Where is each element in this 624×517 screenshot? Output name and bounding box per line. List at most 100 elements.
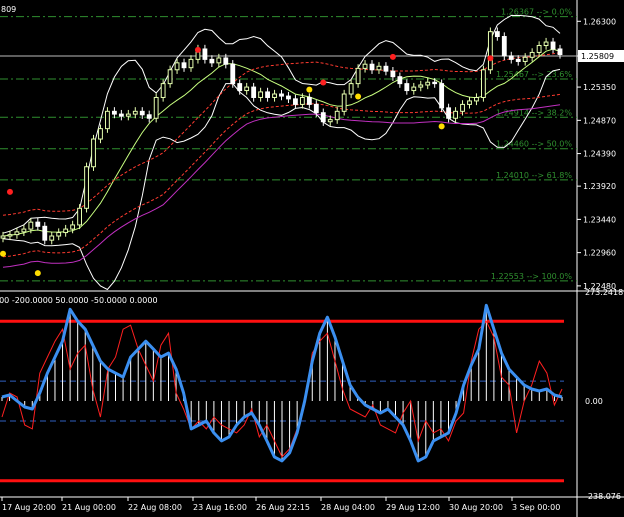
candle-body <box>258 91 264 98</box>
candle-body <box>494 31 500 38</box>
oscillator-header: 000 -200.0000 50.0000 -50.0000 0.0000 <box>0 296 158 305</box>
candle-body <box>341 93 347 112</box>
candle-body <box>167 69 173 85</box>
candle-body <box>125 113 131 117</box>
candle-body <box>279 93 284 97</box>
candle-body <box>383 65 389 72</box>
candle-body <box>536 45 542 53</box>
osc-tick-label: 0.00 <box>585 397 603 406</box>
candle-body <box>460 103 465 112</box>
time-tick-label: 28 Aug 04:00 <box>321 503 375 512</box>
candle-body <box>237 83 243 92</box>
candle-body <box>56 232 62 237</box>
candle-body <box>181 62 187 69</box>
candle-body <box>390 70 396 78</box>
candle-body <box>467 100 472 105</box>
candle-body <box>118 113 124 117</box>
candle-body <box>355 67 361 85</box>
candle-body <box>111 110 117 115</box>
price-tick-label: 1.26300 <box>583 17 616 26</box>
candle-body <box>98 128 103 140</box>
fractal-up-marker <box>320 79 327 86</box>
time-tick-label: 23 Aug 16:00 <box>193 503 247 512</box>
candle-body <box>146 114 152 119</box>
time-tick-label: 21 Aug 00:00 <box>62 503 116 512</box>
candle-body <box>515 58 521 62</box>
time-tick-label: 17 Aug 20:00 <box>2 503 56 512</box>
candle-body <box>404 83 410 92</box>
candle-body <box>35 221 41 227</box>
candle-body <box>376 65 382 71</box>
candle-body <box>362 63 368 69</box>
fractal-down-marker <box>438 123 445 130</box>
candle-body <box>202 48 208 60</box>
candle-body <box>529 51 535 58</box>
candle-body <box>299 96 305 105</box>
candle-body <box>543 41 549 47</box>
candle-body <box>244 86 250 92</box>
candle-body <box>70 224 76 230</box>
fractal-down-marker <box>34 270 41 277</box>
candle-body <box>188 58 194 69</box>
price-tick-label: 1.25350 <box>583 83 616 92</box>
fib-level-label: 1.22553 --> 100.0% <box>491 272 573 281</box>
candle-body <box>313 103 319 114</box>
candle-body <box>557 48 563 56</box>
candle-body <box>480 69 486 98</box>
price-tick-label: 1.24390 <box>583 150 616 159</box>
candle-body <box>508 55 514 60</box>
symbol-fragment: 809 <box>1 5 16 14</box>
candle-body <box>174 62 180 71</box>
candle-body <box>550 41 556 50</box>
candle-body <box>306 96 312 105</box>
candle-body <box>286 95 291 100</box>
fractal-down-marker <box>306 86 313 93</box>
candle-body <box>293 98 298 105</box>
candle-body <box>139 110 145 116</box>
candle-body <box>42 225 48 241</box>
fractal-up-marker <box>6 188 13 195</box>
fib-level-label: 1.25467 --> 23.6% <box>496 70 572 79</box>
time-tick-label: 22 Aug 08:00 <box>128 503 182 512</box>
candle-body <box>501 36 507 57</box>
current-price-label: 1.25809 <box>581 52 614 61</box>
candle-body <box>453 110 458 119</box>
candle-body <box>348 83 354 95</box>
osc-tick-label: 273.2418 <box>585 288 623 297</box>
candle-body <box>272 93 277 98</box>
candle-body <box>320 112 326 123</box>
candle-body <box>327 119 333 123</box>
candle-body <box>49 235 55 241</box>
fractal-down-marker <box>0 250 6 257</box>
time-tick-label: 30 Aug 20:00 <box>449 503 503 512</box>
candle-body <box>251 86 257 98</box>
candle-body <box>216 57 222 64</box>
price-tick-label: 1.23920 <box>583 182 616 191</box>
fractal-down-marker <box>355 93 362 100</box>
time-tick-label: 26 Aug 22:15 <box>256 503 310 512</box>
fractal-up-marker <box>487 55 494 62</box>
fib-level-label: 1.24914 --> 38.2% <box>496 108 572 117</box>
chart-window: 1.26300 1.25809 1.25350 1.24870 1.24390 1.239… <box>0 0 624 517</box>
candle-body <box>411 86 417 92</box>
candle-body <box>7 234 13 237</box>
price-tick-label: 1.22960 <box>583 249 616 258</box>
candle-body <box>84 166 89 209</box>
candle-body <box>439 83 445 109</box>
candle-body <box>230 63 236 85</box>
time-tick-label: 29 Aug 12:00 <box>386 503 440 512</box>
time-tick-label: 3 Sep 00:00 <box>512 503 560 512</box>
candle-body <box>265 91 270 98</box>
fractal-up-marker <box>194 46 201 53</box>
candle-body <box>21 228 27 233</box>
candle-body <box>425 81 431 86</box>
chart-canvas: 1.26300 1.25809 1.25350 1.24870 1.24390 1.239… <box>0 0 624 517</box>
candle-body <box>397 76 403 85</box>
candle-body <box>63 228 69 234</box>
candle-body <box>474 96 479 102</box>
candle-body <box>487 31 493 71</box>
candle-body <box>91 138 96 168</box>
candle-body <box>446 107 452 119</box>
candle-body <box>77 207 83 226</box>
candle-body <box>418 84 424 88</box>
